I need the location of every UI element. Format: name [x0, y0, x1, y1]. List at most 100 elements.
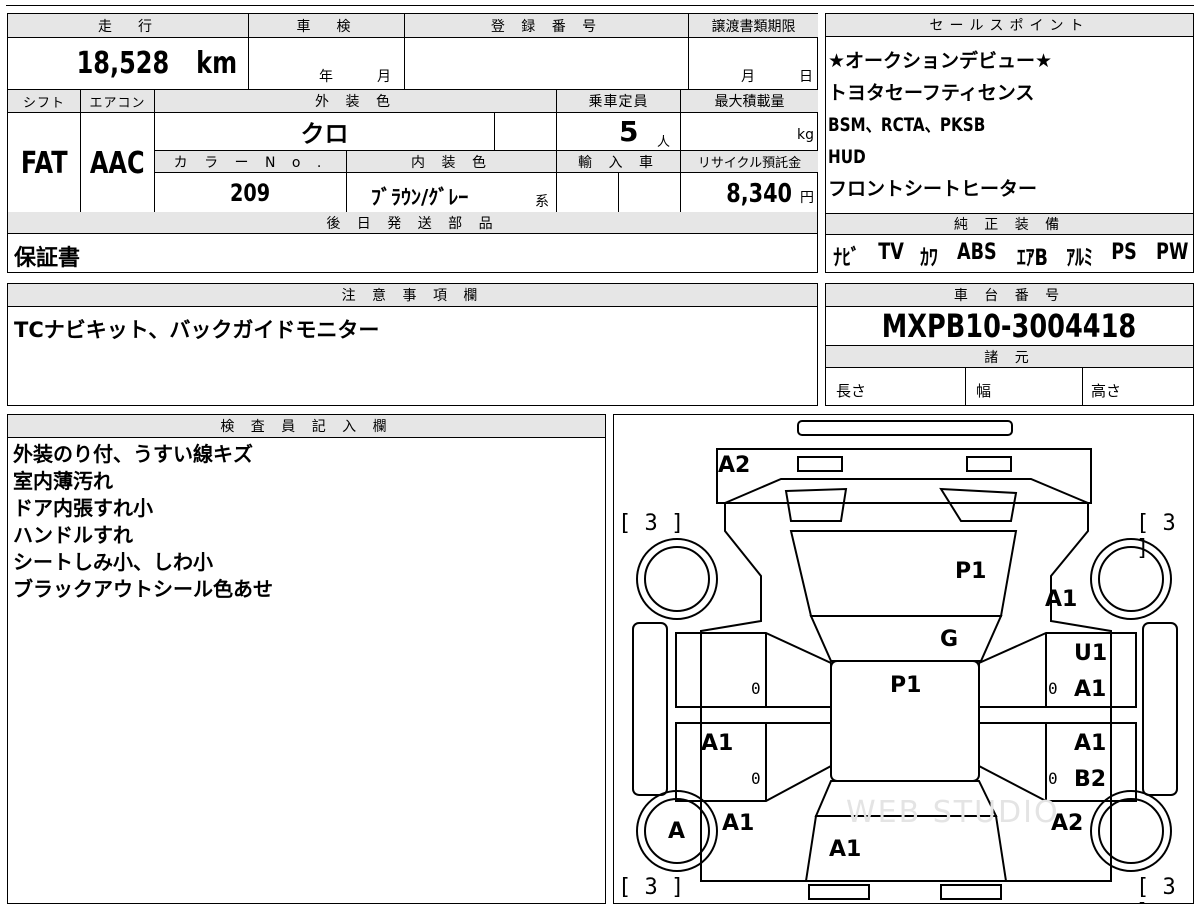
vehicle-info-table: 走 行 車 検 登 録 番 号 譲渡書類期限 18,528 km 年 月 月 日… — [7, 13, 818, 213]
mark-rear-right-door-1: A1 — [1074, 731, 1107, 756]
spec-height-cell: 高さ — [1082, 368, 1193, 405]
door-zero: 0 — [751, 769, 761, 788]
mark-rear-right-door-2: B2 — [1074, 767, 1107, 792]
spec-length-cell: 長さ — [826, 368, 965, 405]
sales-point-item: BSM、RCTA、PKSB — [828, 114, 986, 136]
car-diagram-box: A2 P1 A1 G P1 U1 A1 A1 A1 B2 A A1 A2 A1 … — [613, 414, 1194, 904]
spec-width-cell: 幅 — [965, 368, 1082, 405]
door-zero: 0 — [751, 679, 761, 698]
mileage-cell: 18,528 km — [8, 37, 248, 89]
inspection-year-label: 年 — [319, 69, 333, 85]
transfer-header: 譲渡書類期限 — [688, 14, 818, 37]
mark-trunk: A1 — [829, 837, 862, 862]
chassis-header: 車 台 番 号 — [826, 284, 1193, 307]
equipment-header: 純 正 装 備 — [826, 213, 1193, 235]
equipment-item: TV — [877, 240, 904, 265]
transfer-day-label: 日 — [799, 69, 813, 85]
equipment-item: ﾅﾋﾞ — [833, 246, 860, 271]
equipment-item: ｴｱB — [1016, 246, 1048, 271]
mileage-unit: km — [195, 46, 237, 81]
import-cell-1 — [556, 172, 618, 213]
interior-color-header: 内 装 色 — [346, 150, 556, 172]
capacity-header: 乗車定員 — [556, 89, 680, 112]
equipment-item: ABS — [956, 240, 997, 265]
watermark: WEB STUDIO — [846, 795, 1060, 830]
door-zero: 0 — [1048, 679, 1058, 698]
door-zero: 0 — [1048, 769, 1058, 788]
specs-header: 諸 元 — [826, 345, 1193, 368]
recycle-cell: 8,340 円 — [680, 172, 818, 213]
sales-points-header: セールスポイント — [826, 14, 1193, 37]
interior-color-value: ﾌﾞﾗｳﾝ/ｸﾞﾚｰ — [371, 185, 469, 209]
inspector-line: ドア内張すれ小 — [13, 496, 153, 520]
inspector-line: ハンドルすれ — [13, 523, 133, 547]
recycle-header: リサイクル預託金 — [680, 150, 818, 172]
chassis-box: 車 台 番 号 MXPB10-3004418 諸 元 長さ 幅 高さ — [825, 283, 1194, 406]
recycle-unit: 円 — [800, 190, 814, 206]
chassis-number-cell: MXPB10-3004418 — [826, 307, 1193, 345]
equipment-item: ｶﾜ — [920, 246, 939, 271]
color-no-header: カ ラ ー N o . — [154, 150, 346, 172]
mark-front-bumper: A2 — [718, 453, 751, 478]
sales-point-item: トヨタセーフティセンス — [828, 82, 1035, 104]
exterior-color-value: クロ — [300, 120, 349, 148]
registration-cell — [404, 37, 688, 89]
color-no-value: 209 — [230, 179, 271, 207]
mark-hood: P1 — [955, 559, 987, 584]
sales-point-item: ★オークションデビュー★ — [828, 50, 1053, 72]
import-cell-2 — [618, 172, 680, 213]
max-load-unit: kg — [797, 127, 814, 143]
mileage-header: 走 行 — [8, 14, 248, 37]
notes-header: 注 意 事 項 欄 — [8, 284, 817, 307]
transfer-cell: 月 日 — [688, 37, 818, 89]
interior-color-cell: ﾌﾞﾗｳﾝ/ｸﾞﾚｰ 系 — [346, 172, 556, 213]
exterior-color-cell: クロ — [154, 112, 494, 150]
mark-front-right-fender: A1 — [1045, 587, 1078, 612]
inspection-month-label: 月 — [377, 69, 391, 85]
later-parts-header: 後 日 発 送 部 品 — [8, 212, 817, 234]
color-no-cell: 209 — [154, 172, 346, 213]
max-load-header: 最大積載量 — [680, 89, 818, 112]
tire-front-right: [ 3 ] — [1136, 511, 1176, 561]
exterior-color-header: 外 装 色 — [154, 89, 556, 112]
spec-width-label: 幅 — [976, 382, 992, 400]
inspector-header: 検 査 員 記 入 欄 — [8, 415, 605, 438]
mark-roof: P1 — [890, 673, 922, 698]
sales-point-item: HUD — [828, 146, 866, 168]
notes-text: TCナビキット、バックガイドモニター — [14, 318, 380, 342]
shift-header: シフト — [8, 89, 80, 112]
equipment-item: PW — [1155, 240, 1188, 265]
equipment-item: ｱﾙﾐ — [1066, 246, 1094, 271]
mark-front-right-door-1: U1 — [1074, 641, 1108, 666]
import-header: 輸 入 車 — [556, 150, 680, 172]
tire-rear-left: [ 3 ] — [618, 875, 685, 900]
inspector-line: シートしみ小、しわ小 — [13, 550, 213, 574]
inspector-box: 検 査 員 記 入 欄 外装のり付、うすい線キズ 室内薄汚れ ドア内張すれ小 ハ… — [7, 414, 606, 904]
inspection-header: 車 検 — [248, 14, 404, 37]
mileage-value: 18,528 — [77, 46, 170, 81]
shift-value: FAT — [20, 145, 68, 181]
later-parts-box: 後 日 発 送 部 品 保証書 — [7, 212, 818, 273]
tire-front-left: [ 3 ] — [618, 511, 685, 536]
aircon-header: エアコン — [80, 89, 154, 112]
interior-suffix: 系 — [535, 194, 549, 210]
inspector-line: 室内薄汚れ — [13, 469, 113, 493]
capacity-cell: 5 人 — [556, 112, 680, 150]
exterior-color-extra — [494, 112, 556, 150]
shift-cell: FAT — [8, 112, 80, 213]
spec-height-label: 高さ — [1091, 382, 1122, 400]
equipment-list: ﾅﾋﾞ TV ｶﾜ ABS ｴｱB ｱﾙﾐ PS PW — [830, 240, 1192, 272]
mark-windshield: G — [940, 627, 959, 652]
sales-points-list: ★オークションデビュー★ トヨタセーフティセンス BSM、RCTA、PKSB H… — [826, 45, 1193, 205]
capacity-value: 5 — [619, 115, 639, 148]
inspection-cell: 年 月 — [248, 37, 404, 89]
inspector-lines: 外装のり付、うすい線キズ 室内薄汚れ ドア内張すれ小 ハンドルすれ シートしみ小… — [8, 441, 605, 603]
later-parts-value: 保証書 — [14, 246, 81, 271]
mark-rear-left-wheel: A — [668, 819, 686, 844]
inspector-line: ブラックアウトシール色あせ — [13, 577, 273, 601]
mark-rear-left-quarter: A1 — [722, 811, 755, 836]
mark-rear-left-door: A1 — [701, 731, 734, 756]
aircon-value: AAC — [90, 145, 145, 181]
sales-point-item: フロントシートヒーター — [828, 178, 1038, 200]
inspector-line: 外装のり付、うすい線キズ — [13, 442, 253, 466]
